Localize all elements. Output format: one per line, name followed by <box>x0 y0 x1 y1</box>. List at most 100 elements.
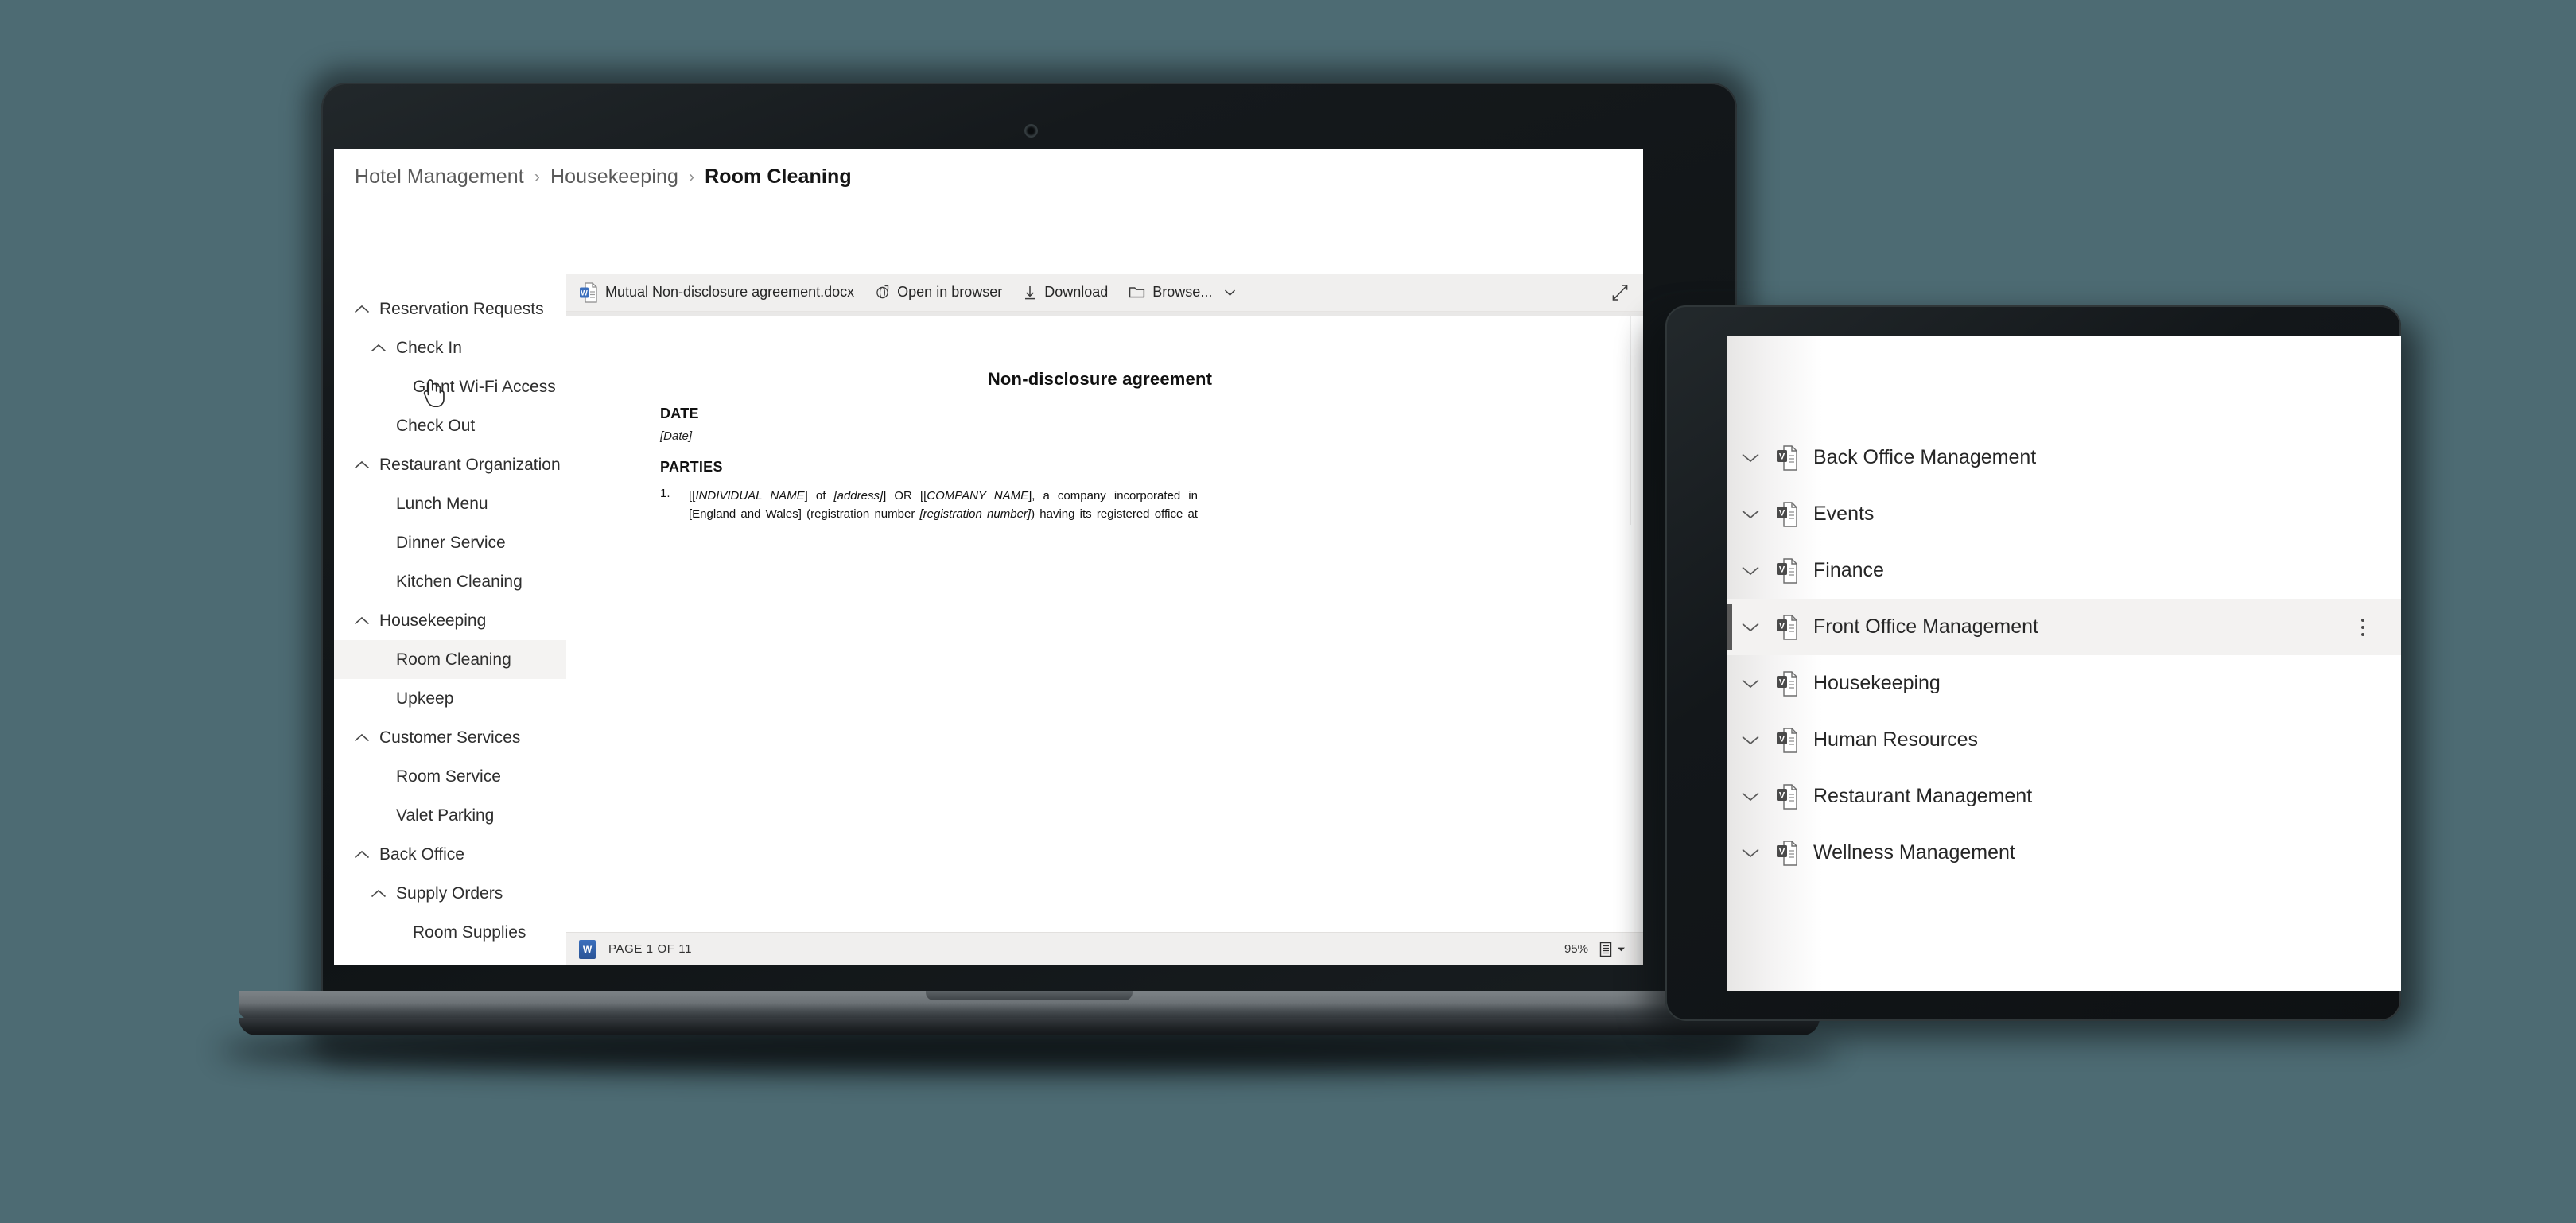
tree-item-label: Supply Orders <box>396 883 503 903</box>
tree-item-label: Reservation Requests <box>379 299 544 318</box>
tree-expand-toggle[interactable] <box>352 455 372 476</box>
visio-document-icon: V <box>1777 614 1797 640</box>
svg-text:V: V <box>1779 678 1785 687</box>
category-label: Events <box>1813 503 1875 525</box>
tree-expand-toggle[interactable] <box>352 299 372 320</box>
chevron-up-icon <box>354 733 370 741</box>
svg-text:V: V <box>1779 565 1785 574</box>
chevron-down-icon <box>1742 453 1759 463</box>
document-category-human-resources[interactable]: V Human Resources <box>1727 712 2401 768</box>
tree-expand-toggle[interactable] <box>368 338 389 359</box>
chevron-down-icon <box>1742 679 1759 689</box>
download-label: Download <box>1044 284 1109 300</box>
word-icon: W <box>579 939 596 959</box>
tree-item-label: Check In <box>396 338 462 357</box>
chevron-down-icon <box>1742 736 1759 745</box>
tree-item-label: Dinner Service <box>396 533 506 552</box>
tree-item-label: Back Office <box>379 844 464 864</box>
tree-item-label: Grant Wi-Fi Access <box>413 377 556 396</box>
breadcrumb-item-housekeeping[interactable]: Housekeeping <box>550 165 678 188</box>
breadcrumb-separator-icon: › <box>688 167 695 186</box>
document-category-front-office-management[interactable]: V Front Office Management <box>1727 599 2401 655</box>
tree-item-label: Restaurant Organization <box>379 455 561 474</box>
document-clause-list: 1. [[INDIVIDUAL NAME] of [address]] OR [[… <box>660 487 1630 525</box>
tree-item-label: Upkeep <box>396 689 454 708</box>
tree-expand-toggle[interactable] <box>352 844 372 865</box>
document-title: Non-disclosure agreement <box>987 369 1213 389</box>
download-button[interactable]: Download <box>1023 284 1119 301</box>
chevron-up-icon <box>354 616 370 624</box>
tree-item-label: Check Out <box>396 416 476 435</box>
browse-button[interactable]: Browse... <box>1129 284 1247 301</box>
svg-text:V: V <box>1779 790 1785 800</box>
expand-diagonal-icon[interactable] <box>1611 284 1629 301</box>
visio-document-icon: V <box>1777 783 1797 810</box>
chevron-up-icon <box>371 889 387 897</box>
chevron-up-icon <box>354 305 370 313</box>
category-label: Housekeeping <box>1813 672 1941 694</box>
visio-document-icon: V <box>1777 840 1797 866</box>
document-toolbar: W Mutual Non-disclosure agreement.docx O… <box>566 274 1643 312</box>
laptop-device: Hotel Management › Housekeeping › Room C… <box>218 68 1840 1072</box>
visio-document-icon: V <box>1777 670 1797 697</box>
category-label: Front Office Management <box>1813 615 2039 638</box>
category-label: Wellness Management <box>1813 841 2015 864</box>
browse-label: Browse... <box>1152 284 1213 300</box>
category-label: Human Resources <box>1813 728 1979 751</box>
tree-item-label: Lunch Menu <box>396 494 488 513</box>
open-in-browser-button[interactable]: Open in browser <box>875 284 1013 301</box>
chevron-down-icon <box>1742 792 1759 802</box>
chevron-down-icon <box>1742 510 1759 519</box>
tree-item-label: Valet Parking <box>396 806 495 825</box>
document-category-finance[interactable]: V Finance <box>1727 542 2401 599</box>
visio-document-icon: V <box>1775 783 1799 810</box>
word-document-icon: W <box>580 281 597 303</box>
category-expand-toggle[interactable] <box>1739 446 1762 470</box>
category-expand-toggle[interactable] <box>1739 559 1762 583</box>
kebab-menu-icon[interactable] <box>2353 615 2372 639</box>
svg-text:V: V <box>1779 847 1785 856</box>
document-parties-heading: PARTIES <box>660 459 723 475</box>
category-expand-toggle[interactable] <box>1739 615 1762 639</box>
open-in-browser-icon <box>876 285 889 299</box>
document-category-wellness-management[interactable]: V Wellness Management <box>1727 825 2401 881</box>
reading-view-icon <box>1599 942 1612 957</box>
tree-item-label: Room Service <box>396 767 501 786</box>
category-expand-toggle[interactable] <box>1739 672 1762 696</box>
zoom-level-label[interactable]: 95% <box>1564 942 1588 956</box>
category-expand-toggle[interactable] <box>1739 841 1762 865</box>
chevron-up-icon <box>371 344 387 351</box>
download-arrow-icon <box>1025 285 1035 299</box>
document-category-restaurant-management[interactable]: V Restaurant Management <box>1727 768 2401 825</box>
visio-document-icon: V <box>1775 501 1799 528</box>
chevron-up-icon <box>354 850 370 858</box>
breadcrumb-item-hotel-management[interactable]: Hotel Management <box>355 165 524 188</box>
svg-text:W: W <box>581 289 588 297</box>
tree-expand-toggle[interactable] <box>352 611 372 631</box>
svg-text:V: V <box>1779 621 1785 631</box>
document-canvas[interactable]: Non-disclosure agreement DATE [Date] PAR… <box>566 312 1643 525</box>
clause-number: 1. <box>660 487 670 500</box>
document-date-heading: DATE <box>660 406 699 421</box>
chevron-down-icon <box>1742 848 1759 858</box>
document-clause: 1. [[INDIVIDUAL NAME] of [address]] OR [[… <box>660 487 1630 525</box>
category-expand-toggle[interactable] <box>1739 728 1762 752</box>
document-category-list: V Back Office Management V Events V Finance V F… <box>1727 429 2401 881</box>
reading-view-button[interactable] <box>1599 942 1626 957</box>
document-category-housekeeping[interactable]: V Housekeeping <box>1727 655 2401 712</box>
tree-expand-toggle[interactable] <box>352 728 372 748</box>
tablet-device: V Back Office Management V Events V Finance V F… <box>1648 305 2419 1037</box>
tree-item-label: Customer Services <box>379 728 521 747</box>
document-category-back-office-management[interactable]: V Back Office Management <box>1727 429 2401 486</box>
tree-expand-toggle[interactable] <box>368 883 389 904</box>
laptop-screen: Hotel Management › Housekeeping › Room C… <box>334 149 1643 965</box>
visio-document-icon: V <box>1775 557 1799 584</box>
document-status-bar: W PAGE 1 OF 11 95% <box>566 932 1643 965</box>
document-category-events[interactable]: V Events <box>1727 486 2401 542</box>
category-expand-toggle[interactable] <box>1739 503 1762 526</box>
chevron-up-icon <box>354 460 370 468</box>
document-preview-pane: W Mutual Non-disclosure agreement.docx O… <box>566 274 1643 965</box>
wallpaper-stage: Hotel Management › Housekeeping › Room C… <box>0 0 2576 1223</box>
visio-document-icon: V <box>1777 727 1797 753</box>
category-expand-toggle[interactable] <box>1739 785 1762 809</box>
